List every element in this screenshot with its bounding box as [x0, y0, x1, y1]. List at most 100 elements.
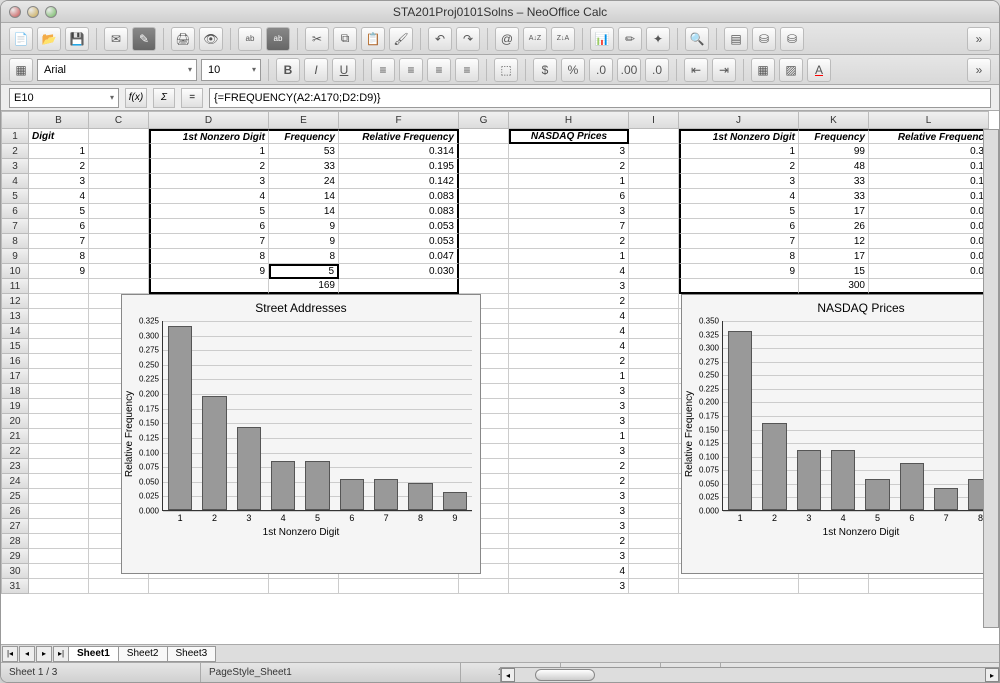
sum-icon[interactable]: Σ — [153, 88, 175, 108]
indent-inc-icon[interactable]: ⇥ — [712, 58, 736, 82]
sheet-tab-sheet3[interactable]: Sheet3 — [167, 646, 217, 662]
cell-B31[interactable] — [29, 579, 89, 594]
cell-F31[interactable] — [339, 579, 459, 594]
underline-icon[interactable]: U — [332, 58, 356, 82]
cell-B26[interactable] — [29, 504, 89, 519]
cell-I29[interactable] — [629, 549, 679, 564]
merge-icon[interactable]: ⬚ — [494, 58, 518, 82]
col-header[interactable]: H — [509, 111, 629, 129]
nav-icon[interactable]: ✦ — [646, 27, 670, 51]
cell-D7[interactable]: 6 — [149, 219, 269, 234]
horizontal-scrollbar[interactable]: ◂ ▸ — [500, 667, 1000, 683]
col-header[interactable]: E — [269, 111, 339, 129]
add-decimal-icon[interactable]: .00 — [617, 58, 641, 82]
cell-E6[interactable]: 14 — [269, 204, 339, 219]
cell-B1[interactable]: Digit — [29, 129, 89, 144]
cell-F11[interactable] — [339, 279, 459, 294]
cell-E9[interactable]: 8 — [269, 249, 339, 264]
cell-D31[interactable] — [149, 579, 269, 594]
row-header[interactable]: 30 — [1, 564, 29, 579]
cell-G3[interactable] — [459, 159, 509, 174]
cell-I19[interactable] — [629, 399, 679, 414]
cell-G9[interactable] — [459, 249, 509, 264]
cell-K5[interactable]: 33 — [799, 189, 869, 204]
percent-icon[interactable]: % — [561, 58, 585, 82]
cell-F5[interactable]: 0.083 — [339, 189, 459, 204]
sort-asc-icon[interactable]: A↓Z — [523, 27, 547, 51]
cell-K11[interactable]: 300 — [799, 279, 869, 294]
edit-icon[interactable]: ✎ — [132, 27, 156, 51]
bold-icon[interactable]: B — [276, 58, 300, 82]
row-header[interactable]: 23 — [1, 459, 29, 474]
cell-D8[interactable]: 7 — [149, 234, 269, 249]
row-header[interactable]: 18 — [1, 384, 29, 399]
cell-I30[interactable] — [629, 564, 679, 579]
cell-B24[interactable] — [29, 474, 89, 489]
col-header[interactable]: D — [149, 111, 269, 129]
cell-E2[interactable]: 53 — [269, 144, 339, 159]
cell-E3[interactable]: 33 — [269, 159, 339, 174]
cell-I13[interactable] — [629, 309, 679, 324]
cell-J7[interactable]: 6 — [679, 219, 799, 234]
cell-L1[interactable]: Relative Frequenc — [869, 129, 989, 144]
scroll-right-icon[interactable]: ▸ — [985, 668, 999, 682]
cell-C2[interactable] — [89, 144, 149, 159]
cell-B8[interactable]: 7 — [29, 234, 89, 249]
tab-nav-next-icon[interactable]: ▸ — [36, 646, 52, 662]
cell-I24[interactable] — [629, 474, 679, 489]
cell-J5[interactable]: 4 — [679, 189, 799, 204]
cell-F7[interactable]: 0.053 — [339, 219, 459, 234]
cell-H13[interactable]: 4 — [509, 309, 629, 324]
cell-G31[interactable] — [459, 579, 509, 594]
cell-I28[interactable] — [629, 534, 679, 549]
cell-K6[interactable]: 17 — [799, 204, 869, 219]
cell-G10[interactable] — [459, 264, 509, 279]
row-header[interactable]: 27 — [1, 519, 29, 534]
cell-H27[interactable]: 3 — [509, 519, 629, 534]
print-icon[interactable]: 🖨 — [171, 27, 195, 51]
cell-D10[interactable]: 9 — [149, 264, 269, 279]
row-header[interactable]: 9 — [1, 249, 29, 264]
cell-H15[interactable]: 4 — [509, 339, 629, 354]
cell-B6[interactable]: 5 — [29, 204, 89, 219]
cell-B12[interactable] — [29, 294, 89, 309]
row-header[interactable]: 16 — [1, 354, 29, 369]
cell-C5[interactable] — [89, 189, 149, 204]
cell-K9[interactable]: 17 — [799, 249, 869, 264]
cell-L4[interactable]: 0.1 — [869, 174, 989, 189]
cell-B7[interactable]: 6 — [29, 219, 89, 234]
cell-D11[interactable] — [149, 279, 269, 294]
cell-I31[interactable] — [629, 579, 679, 594]
cell-H29[interactable]: 3 — [509, 549, 629, 564]
cell-D1[interactable]: 1st Nonzero Digit — [149, 129, 269, 144]
cell-J3[interactable]: 2 — [679, 159, 799, 174]
cell-G8[interactable] — [459, 234, 509, 249]
chart-nasdaq-prices[interactable]: NASDAQ Prices Relative Frequency 0.0000.… — [681, 294, 999, 574]
cell-H9[interactable]: 1 — [509, 249, 629, 264]
cell-K2[interactable]: 99 — [799, 144, 869, 159]
db2-icon[interactable]: ⛁ — [780, 27, 804, 51]
cell-F1[interactable]: Relative Frequency — [339, 129, 459, 144]
sheet-tab-sheet2[interactable]: Sheet2 — [118, 646, 168, 662]
find-icon[interactable]: 🔍 — [685, 27, 709, 51]
cell-B17[interactable] — [29, 369, 89, 384]
cell-G4[interactable] — [459, 174, 509, 189]
preview-icon[interactable]: 👁 — [199, 27, 223, 51]
cell-H1[interactable]: NASDAQ Prices — [509, 129, 629, 144]
cell-H31[interactable]: 3 — [509, 579, 629, 594]
row-header[interactable]: 29 — [1, 549, 29, 564]
cell-D4[interactable]: 3 — [149, 174, 269, 189]
cell-H18[interactable]: 3 — [509, 384, 629, 399]
scroll-left-icon[interactable]: ◂ — [501, 668, 515, 682]
cell-L31[interactable] — [869, 579, 989, 594]
cell-K4[interactable]: 33 — [799, 174, 869, 189]
cell-H24[interactable]: 2 — [509, 474, 629, 489]
cell-H30[interactable]: 4 — [509, 564, 629, 579]
indent-dec-icon[interactable]: ⇤ — [684, 58, 708, 82]
cell-B14[interactable] — [29, 324, 89, 339]
redo-icon[interactable]: ↷ — [456, 27, 480, 51]
more-icon[interactable]: » — [967, 27, 991, 51]
tab-nav-prev-icon[interactable]: ◂ — [19, 646, 35, 662]
row-header[interactable]: 17 — [1, 369, 29, 384]
cell-H6[interactable]: 3 — [509, 204, 629, 219]
